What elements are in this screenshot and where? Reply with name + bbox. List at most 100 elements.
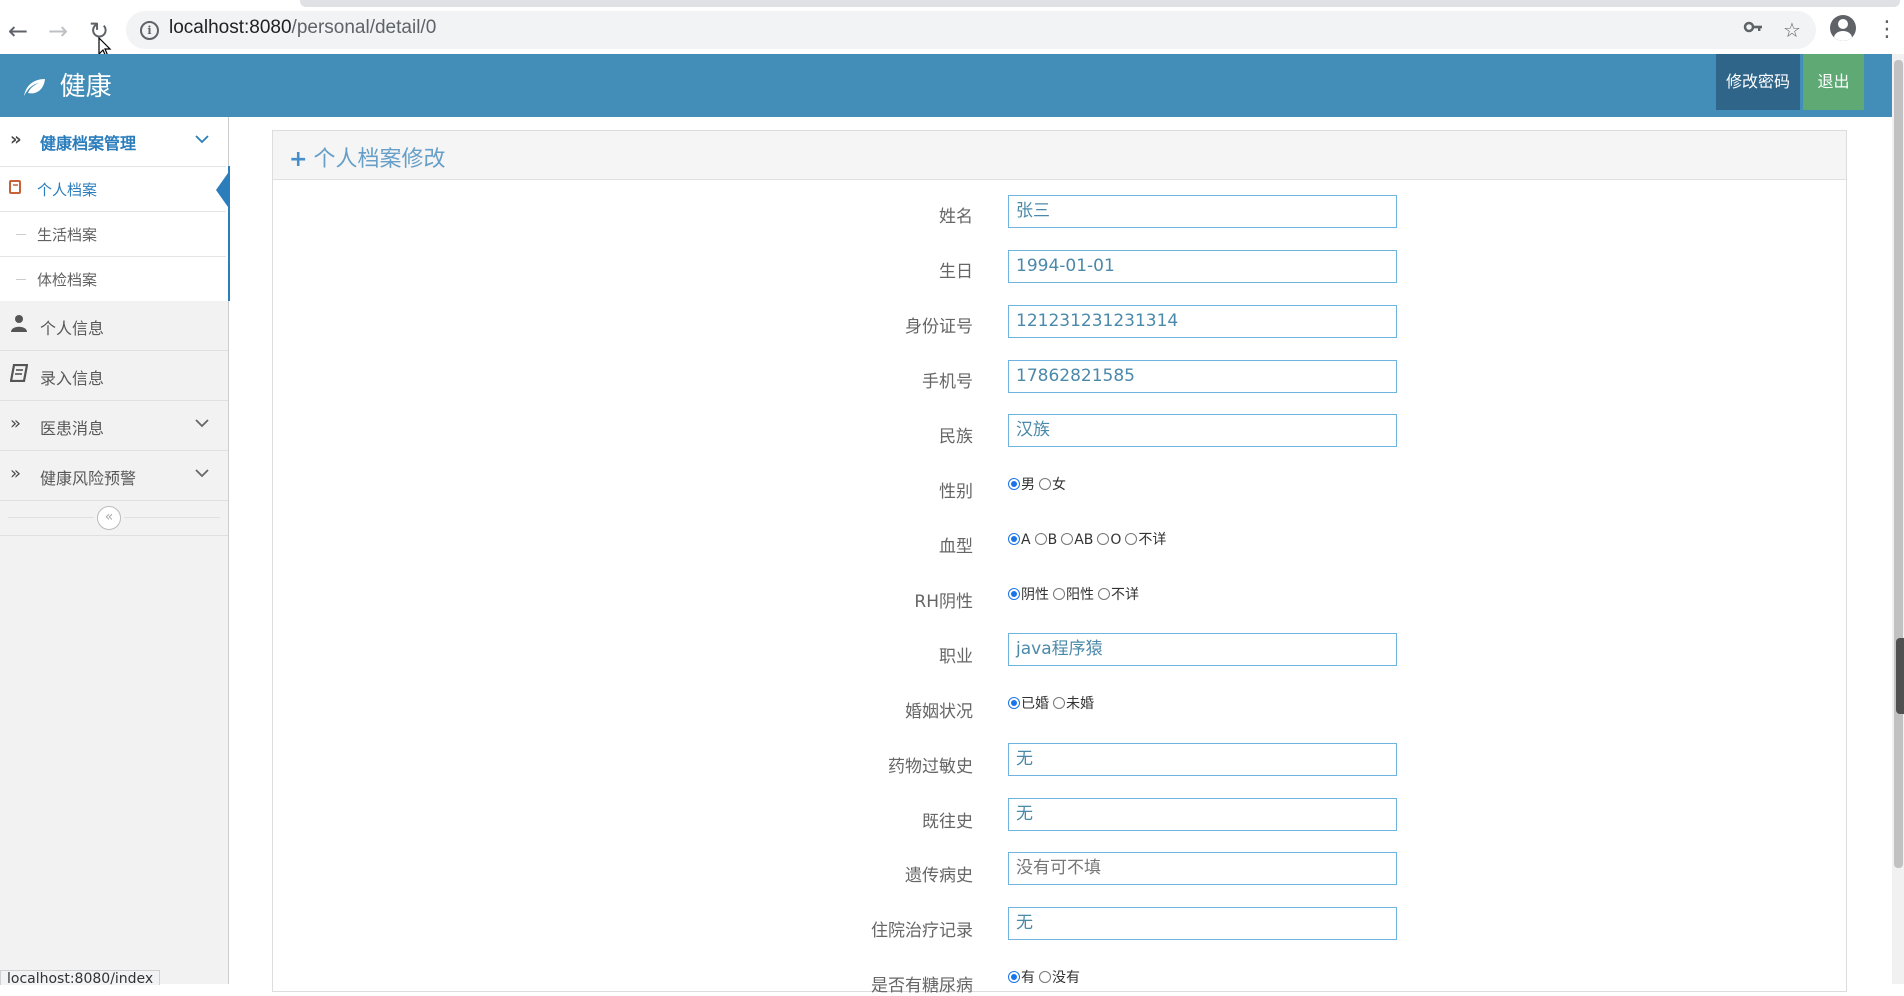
radio-label: 未婚 — [1066, 696, 1094, 712]
chevron-down-icon[interactable] — [195, 129, 209, 148]
chevron-down-icon[interactable] — [195, 413, 209, 432]
active-indicator — [216, 173, 228, 207]
medical-history-input[interactable]: 无 — [1008, 798, 1397, 831]
gender-radio-female[interactable] — [1039, 478, 1051, 490]
sidebar-group-personal-info[interactable]: 个人信息 — [0, 301, 228, 351]
blood-radio-ab[interactable] — [1061, 533, 1074, 545]
app-header: 健康 修改密码 退出 — [0, 54, 1892, 117]
collapse-sidebar-icon[interactable]: « — [97, 506, 121, 530]
url-host: localhost:8080 — [169, 17, 292, 38]
rh-label: RH阴性 — [914, 592, 973, 612]
blood-radio-unknown[interactable] — [1125, 533, 1138, 545]
link-status-bar: localhost:8080/index — [0, 970, 161, 985]
radio-label: 已婚 — [1021, 696, 1049, 712]
sidebar-group-health-records[interactable]: » 健康档案管理 个人档案 生活档案 体检档案 — [0, 117, 230, 301]
sidebar-group-label: 录入信息 — [40, 369, 105, 388]
id-number-input[interactable]: 121231231231314 — [1008, 305, 1397, 338]
sidebar-item-personal-record[interactable]: 个人档案 — [0, 166, 228, 212]
diabetes-radio-no[interactable] — [1039, 971, 1051, 983]
name-label: 姓名 — [939, 207, 973, 227]
profile-avatar-icon[interactable] — [1830, 15, 1856, 41]
chevron-down-icon[interactable] — [195, 463, 209, 482]
rh-radio-unknown[interactable] — [1098, 588, 1110, 600]
collapse-divider — [8, 517, 94, 518]
browser-chrome: ← → ↻ i localhost:8080/personal/detail/0… — [0, 0, 1904, 54]
gender-radio-group: 男女 — [1008, 474, 1070, 494]
forward-icon[interactable]: → — [44, 17, 72, 45]
marital-radio-married[interactable] — [1008, 697, 1020, 709]
browser-menu-icon[interactable]: ⋮ — [1876, 17, 1898, 43]
birthday-input[interactable]: 1994-01-01 — [1008, 250, 1397, 283]
brand[interactable]: 健康 — [22, 66, 112, 103]
radio-label: A — [1021, 532, 1031, 548]
user-icon — [10, 314, 28, 337]
ethnicity-input[interactable]: 汉族 — [1008, 414, 1397, 447]
sidebar-item-label: 个人档案 — [37, 181, 98, 199]
sidebar-submenu: 个人档案 生活档案 体检档案 — [0, 166, 230, 301]
radio-label: 女 — [1052, 477, 1066, 493]
url-text[interactable]: localhost:8080/personal/detail/0 — [169, 17, 436, 39]
key-icon[interactable] — [1743, 17, 1763, 43]
rh-radio-group: 阴性 阳性 不详 — [1008, 584, 1143, 604]
ethnicity-label: 民族 — [939, 427, 973, 447]
marital-radio-group: 已婚 未婚 — [1008, 693, 1098, 713]
site-info-icon[interactable]: i — [140, 21, 159, 40]
hospitalization-label: 住院治疗记录 — [871, 921, 973, 941]
sidebar-item-checkup-record[interactable]: 体检档案 — [0, 256, 226, 302]
blood-radio-o[interactable] — [1097, 533, 1110, 545]
medical-history-label: 既往史 — [922, 812, 973, 832]
birthday-label: 生日 — [939, 262, 973, 282]
blood-radio-b[interactable] — [1034, 533, 1047, 545]
sidebar: » 健康档案管理 个人档案 生活档案 体检档案 个人信息 录入信息 » 医患消息… — [0, 117, 230, 984]
sidebar-item-lifestyle-record[interactable]: 生活档案 — [0, 211, 226, 257]
double-chevron-icon: » — [10, 129, 22, 150]
blood-type-label: 血型 — [939, 537, 973, 557]
book-icon — [9, 363, 29, 387]
phone-input[interactable]: 17862821585 — [1008, 360, 1397, 393]
radio-label: 不详 — [1138, 532, 1167, 548]
radio-label: B — [1047, 532, 1058, 548]
tree-tick — [16, 279, 26, 280]
diabetes-radio-group: 有没有 — [1008, 967, 1084, 987]
hereditary-label: 遗传病史 — [905, 866, 973, 886]
drug-allergy-input[interactable]: 无 — [1008, 743, 1397, 776]
drug-allergy-label: 药物过敏史 — [888, 757, 973, 777]
sidebar-group-messages[interactable]: » 医患消息 — [0, 401, 228, 451]
blood-radio-a[interactable] — [1008, 533, 1020, 545]
url-path: /personal/detail/0 — [291, 17, 437, 38]
hospitalization-input[interactable]: 无 — [1008, 907, 1397, 940]
radio-label: AB — [1074, 532, 1094, 548]
book-icon — [8, 180, 22, 198]
gender-radio-male[interactable] — [1008, 478, 1020, 490]
sidebar-group-label: 健康档案管理 — [40, 134, 137, 153]
sidebar-group-risk-warning[interactable]: » 健康风险预警 — [0, 451, 228, 501]
occupation-input[interactable]: java程序猿 — [1008, 633, 1397, 666]
phone-label: 手机号 — [922, 372, 973, 392]
sidebar-group-label: 医患消息 — [40, 419, 105, 438]
sidebar-item-label: 生活档案 — [37, 226, 98, 244]
panel-title-text: 个人档案修改 — [313, 147, 446, 172]
rh-radio-negative[interactable] — [1008, 588, 1020, 600]
hereditary-input[interactable]: 没有可不填 — [1008, 852, 1397, 885]
rh-radio-positive[interactable] — [1053, 588, 1065, 600]
scroll-indicator — [1896, 638, 1904, 714]
radio-label: O — [1110, 532, 1122, 548]
double-chevron-icon: » — [10, 413, 22, 434]
bookmark-star-icon[interactable]: ☆ — [1783, 17, 1801, 43]
sidebar-group-label: 健康风险预警 — [40, 469, 137, 488]
radio-label: 男 — [1021, 477, 1035, 493]
logout-button[interactable]: 退出 — [1803, 54, 1864, 110]
name-input[interactable]: 张三 — [1008, 195, 1397, 228]
sidebar-group-data-entry[interactable]: 录入信息 — [0, 351, 228, 401]
plus-icon: + — [289, 147, 308, 172]
sidebar-divider — [0, 535, 228, 536]
scrollbar-thumb[interactable] — [1894, 60, 1903, 868]
radio-label: 不详 — [1111, 587, 1139, 603]
double-chevron-icon: » — [10, 463, 22, 484]
change-password-button[interactable]: 修改密码 — [1716, 54, 1800, 110]
blood-type-radio-group: A B AB O 不详 — [1008, 529, 1170, 549]
id-number-label: 身份证号 — [905, 317, 973, 337]
marital-radio-single[interactable] — [1053, 697, 1065, 709]
back-icon[interactable]: ← — [4, 17, 32, 45]
diabetes-radio-yes[interactable] — [1008, 971, 1020, 983]
